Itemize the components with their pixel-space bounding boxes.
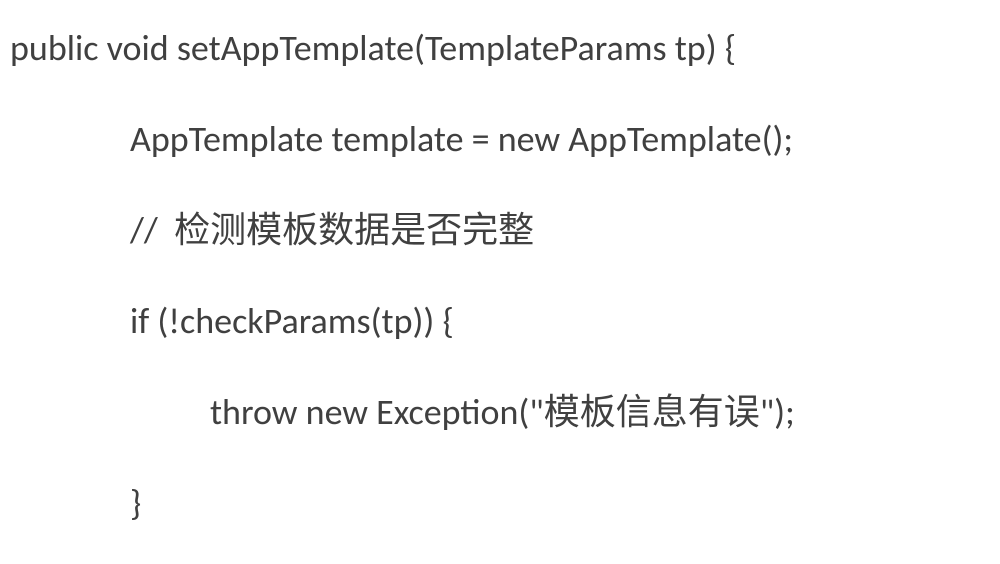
code-comment: // 检测模板数据是否完整 (10, 212, 990, 248)
code-line-1: public void setAppTemplate(TemplateParam… (10, 30, 990, 66)
code-line-4: if (!checkParams(tp)) { (10, 303, 990, 339)
code-line-5: throw new Exception("模板信息有误"); (10, 394, 990, 430)
code-line-6: } (10, 485, 990, 521)
code-line-2: AppTemplate template = new AppTemplate()… (10, 121, 990, 157)
code-snippet: public void setAppTemplate(TemplateParam… (0, 0, 1000, 531)
